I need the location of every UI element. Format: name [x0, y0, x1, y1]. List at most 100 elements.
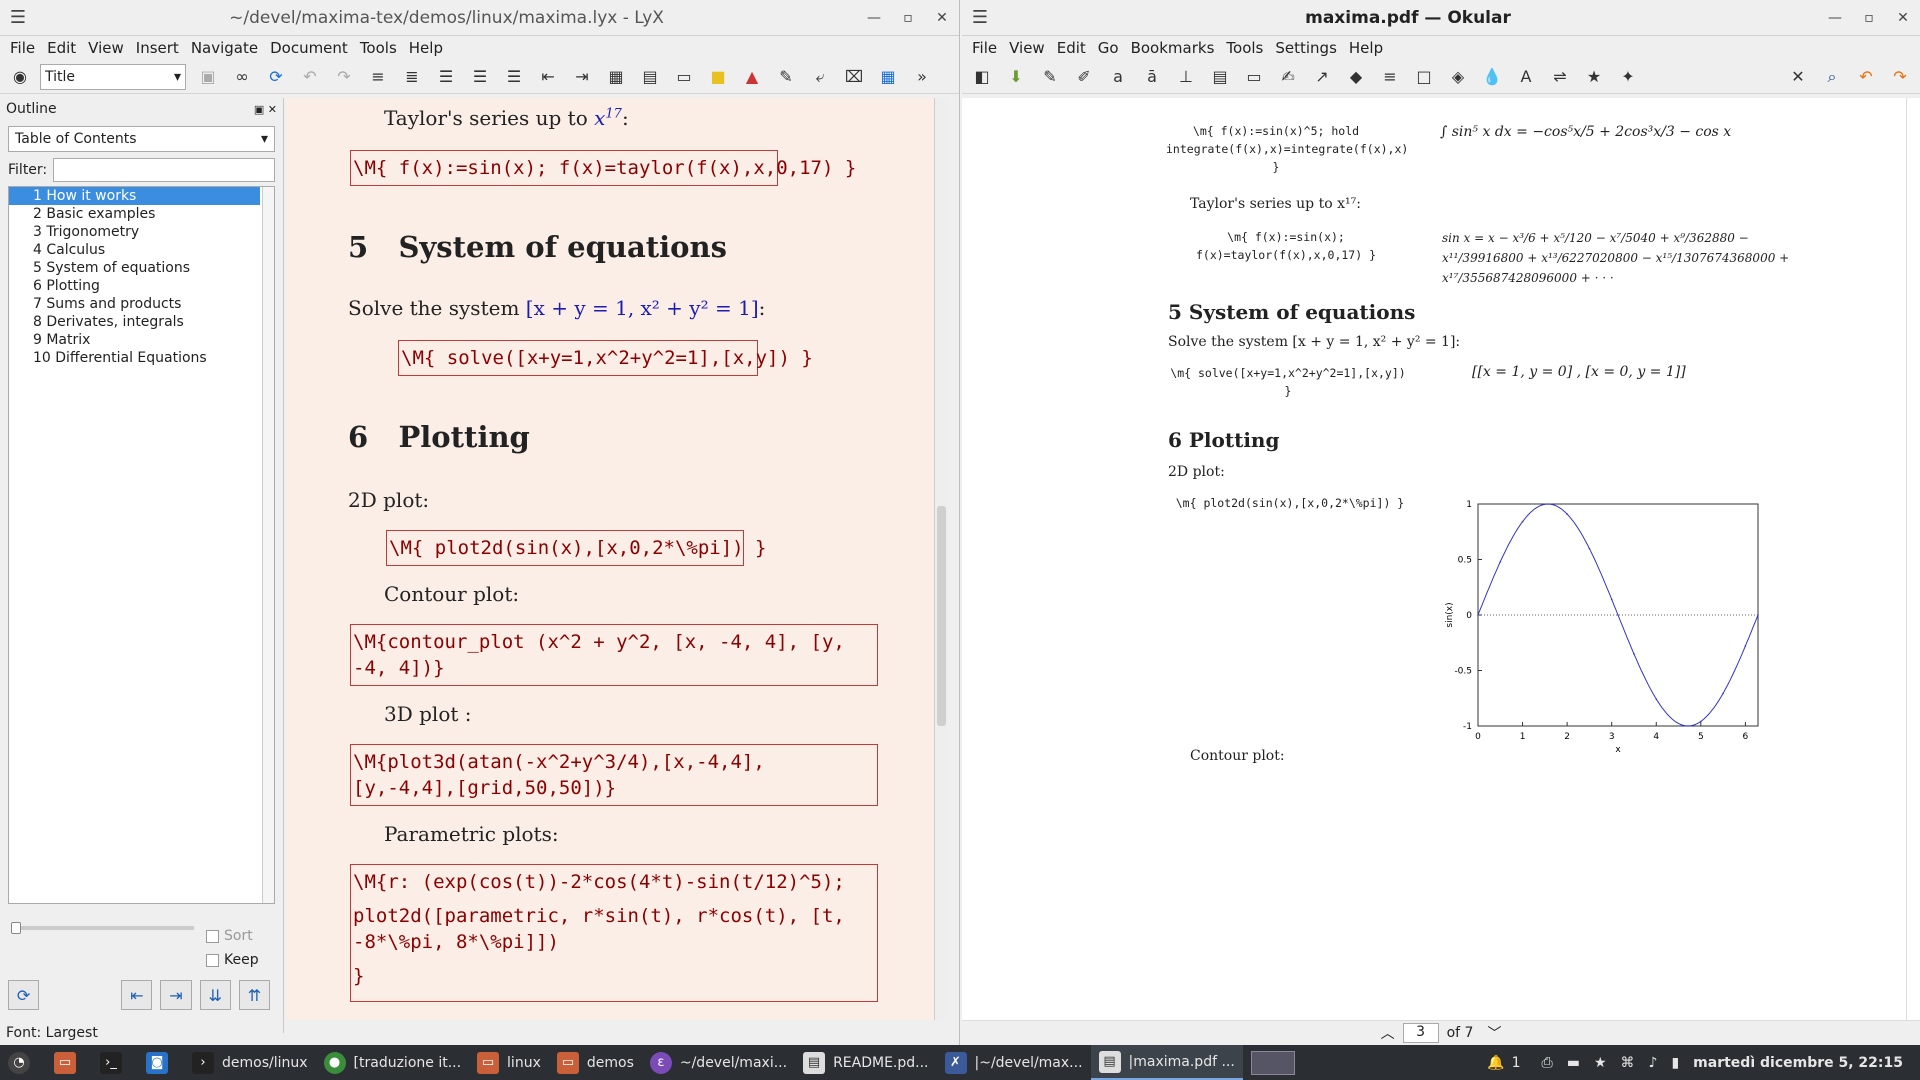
align-left-icon[interactable]: ☰ — [432, 64, 460, 90]
close-icon[interactable]: ✕ — [1886, 10, 1920, 26]
menu-file[interactable]: File — [966, 39, 1003, 57]
freehand-icon[interactable]: ✍ — [1274, 64, 1302, 90]
workspace-pager[interactable] — [1243, 1045, 1303, 1080]
battery-icon[interactable]: ▮ — [1671, 1055, 1679, 1071]
notification-icon[interactable]: 🔔 1 — [1487, 1055, 1527, 1071]
save-icon[interactable]: ▣ — [194, 64, 222, 90]
sticky-note-icon[interactable]: ■ — [704, 64, 732, 90]
line-width-icon[interactable]: ≡ — [1376, 64, 1404, 90]
minimize-icon[interactable]: — — [1818, 10, 1852, 26]
start-menu-icon[interactable]: ◔ — [0, 1045, 46, 1080]
toc-item[interactable]: 9 Matrix — [9, 331, 260, 349]
enumerate-icon[interactable]: ≣ — [398, 64, 426, 90]
table-icon[interactable]: ▦ — [602, 64, 630, 90]
list-icon[interactable]: ▤ — [636, 64, 664, 90]
ert-taylor-code[interactable]: \M{ f(x):=sin(x); f(x)=taylor(f(x),x,0,1… — [350, 150, 856, 186]
drive-icon[interactable]: ▬ — [1567, 1055, 1580, 1071]
maximize-icon[interactable]: ▫ — [891, 10, 925, 26]
menu-edit[interactable]: Edit — [41, 39, 82, 57]
grid-icon[interactable]: ▦ — [874, 64, 902, 90]
menu-insert[interactable]: Insert — [130, 39, 185, 57]
layout-select[interactable]: Title ▾ — [40, 63, 186, 90]
stamp-icon[interactable]: ◆ — [1342, 64, 1370, 90]
menu-bookmarks[interactable]: Bookmarks — [1125, 39, 1221, 57]
promote-icon[interactable]: ⇤ — [121, 980, 153, 1010]
task-demos-linux[interactable]: › demos/linux — [184, 1045, 316, 1080]
toc-scrollbar[interactable] — [262, 187, 274, 903]
menu-view[interactable]: View — [1003, 39, 1051, 57]
menu-tools[interactable]: Tools — [354, 39, 403, 57]
star-icon[interactable]: ★ — [1594, 1055, 1607, 1071]
ert-plot2d-code[interactable]: \M{ plot2d(sin(x),[x,0,2*\%pi]) } — [386, 530, 767, 566]
update-icon[interactable]: ⟳ — [262, 64, 290, 90]
save-icon[interactable]: ⬇ — [1002, 64, 1030, 90]
clock[interactable]: martedì dicembre 5, 22:15 — [1693, 1055, 1903, 1071]
sidebar-toggle-icon[interactable]: ◧ — [968, 64, 996, 90]
depth-slider[interactable] — [11, 922, 194, 934]
terminal-icon[interactable]: ›_ — [92, 1045, 138, 1080]
menu-tools[interactable]: Tools — [1220, 39, 1269, 57]
star-icon[interactable]: ★ — [1580, 64, 1608, 90]
menu-edit[interactable]: Edit — [1051, 39, 1092, 57]
outline-type-select[interactable]: Table of Contents ▾ — [8, 126, 275, 152]
pdf-scrollbar[interactable] — [1906, 98, 1920, 1020]
screenshot-icon[interactable]: ◙ — [138, 1045, 184, 1080]
close-annotations-icon[interactable]: ✕ — [1784, 64, 1812, 90]
depth-decrease-icon[interactable]: ⇤ — [534, 64, 562, 90]
shape-icon[interactable]: □ — [1410, 64, 1438, 90]
editor-scrollbar[interactable] — [934, 98, 948, 1020]
pen-icon[interactable]: ✎ — [1036, 64, 1064, 90]
scroll-thumb[interactable] — [937, 506, 946, 726]
settings-slider-icon[interactable]: ⇌ — [1546, 64, 1574, 90]
search-icon[interactable]: ⌕ — [1818, 64, 1846, 90]
align-justify-icon[interactable]: ☰ — [500, 64, 528, 90]
redo-icon[interactable]: ↷ — [330, 64, 358, 90]
more-icon[interactable]: » — [908, 64, 936, 90]
maximize-icon[interactable]: ▫ — [1852, 10, 1886, 26]
page-number-input[interactable]: 3 — [1402, 1023, 1439, 1043]
toc-item[interactable]: 1 How it works — [9, 187, 260, 205]
wrap-icon[interactable]: ⤶ — [806, 64, 834, 90]
view-icon[interactable]: ∞ — [228, 64, 256, 90]
pin-icon[interactable]: ✦ — [1614, 64, 1642, 90]
network-icon[interactable]: ⌘ — [1621, 1055, 1635, 1071]
depth-increase-icon[interactable]: ⇥ — [568, 64, 596, 90]
sort-checkbox[interactable]: Sort — [206, 928, 253, 944]
task-emacs[interactable]: ε ~/devel/maxi... — [642, 1045, 795, 1080]
menu-document[interactable]: Document — [264, 39, 354, 57]
slider-handle[interactable] — [11, 922, 21, 934]
close-icon[interactable]: ✕ — [925, 10, 959, 26]
printer-icon[interactable]: ⎙ — [1542, 1055, 1553, 1071]
toc-item[interactable]: 7 Sums and products — [9, 295, 260, 313]
typewriter-icon[interactable]: ⊥ — [1172, 64, 1200, 90]
align-right-icon[interactable]: ☰ — [466, 64, 494, 90]
ert-solve-code[interactable]: \M{ solve([x+y=1,x^2+y^2=1],[x,y]) } — [398, 340, 813, 376]
task-demos[interactable]: ▭ demos — [549, 1045, 642, 1080]
ert-parametric-code[interactable]: \M{r: (exp(cos(t))-2*cos(4*t)-sin(t/12)^… — [350, 864, 878, 1002]
undo-icon[interactable]: ↶ — [296, 64, 324, 90]
underline-icon[interactable]: a — [1104, 64, 1132, 90]
pen-icon[interactable]: ✎ — [772, 64, 800, 90]
navigator-icon[interactable]: ◉ — [6, 64, 34, 90]
menu-go[interactable]: Go — [1092, 39, 1125, 57]
minimize-icon[interactable]: — — [857, 10, 891, 26]
menu-view[interactable]: View — [82, 39, 130, 57]
task-linux[interactable]: ▭ linux — [469, 1045, 549, 1080]
task-readme[interactable]: ▤ README.pd... — [795, 1045, 936, 1080]
menu-file[interactable]: File — [4, 39, 41, 57]
toc-item[interactable]: 6 Plotting — [9, 277, 260, 295]
arrow-icon[interactable]: ↗ — [1308, 64, 1336, 90]
move-up-icon[interactable]: ⇈ — [238, 980, 270, 1010]
comment-icon[interactable]: ▭ — [1240, 64, 1268, 90]
task-chrome[interactable]: ● [traduzione it... — [316, 1045, 470, 1080]
next-page-icon[interactable]: ﹀ — [1487, 1023, 1501, 1043]
refresh-icon[interactable]: ⟳ — [8, 980, 40, 1010]
filter-input[interactable] — [53, 158, 275, 182]
menu-navigate[interactable]: Navigate — [185, 39, 264, 57]
highlighter-icon[interactable]: ✐ — [1070, 64, 1098, 90]
hamburger-menu-icon[interactable]: ☰ — [962, 7, 998, 28]
hamburger-menu-icon[interactable]: ☰ — [0, 7, 36, 28]
menu-help[interactable]: Help — [403, 39, 449, 57]
ink-icon[interactable]: 💧 — [1478, 64, 1506, 90]
task-lyx[interactable]: ✗ |~/devel/max... — [937, 1045, 1091, 1080]
